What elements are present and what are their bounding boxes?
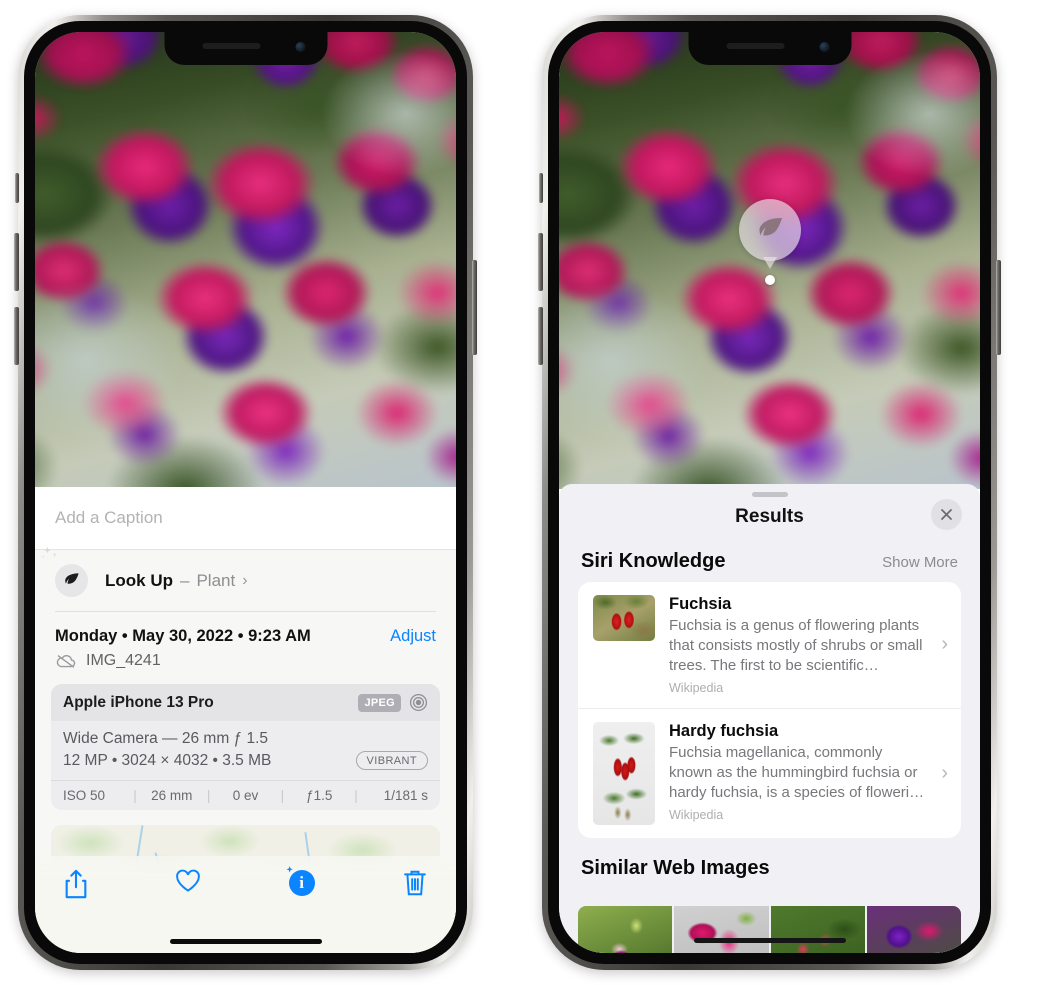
volume-down-button[interactable] — [538, 307, 543, 365]
home-indicator[interactable] — [693, 937, 846, 943]
visual-lookup-bubble[interactable] — [738, 199, 801, 285]
heart-icon[interactable] — [174, 868, 202, 898]
look-up-label: Look Up — [105, 570, 173, 590]
sparkle-icon — [41, 546, 57, 559]
volume-up-button[interactable] — [14, 233, 19, 291]
stat-aperture: ƒ1.5 — [306, 788, 333, 803]
silent-switch[interactable] — [539, 173, 543, 203]
knowledge-description: Fuchsia magellanica, commonly known as t… — [669, 743, 925, 801]
knowledge-description: Fuchsia is a genus of flowering plants t… — [669, 617, 923, 674]
chevron-right-icon: › — [941, 633, 948, 656]
date-row: Monday • May 30, 2022 • 9:23 AM Adjust — [35, 612, 456, 646]
caption-field[interactable]: Add a Caption — [35, 487, 456, 550]
section-title-similar-web-images: Similar Web Images — [581, 856, 770, 879]
exif-body: Wide Camera — 26 mm ƒ 1.5 12 MP • 3024 ×… — [51, 721, 440, 780]
share-icon[interactable] — [62, 868, 90, 899]
close-icon[interactable] — [931, 499, 962, 530]
knowledge-thumbnail — [593, 721, 655, 825]
earpiece-speaker — [726, 43, 784, 49]
trash-icon[interactable] — [401, 868, 429, 898]
lookup-anchor-dot — [764, 275, 775, 285]
stat-shutter: 1/181 s — [383, 788, 428, 803]
results-header: Results — [559, 497, 980, 537]
power-button[interactable] — [472, 260, 477, 355]
web-image-thumbnail[interactable] — [866, 906, 961, 953]
volume-up-button[interactable] — [538, 233, 543, 291]
photo-date: Monday • May 30, 2022 • 9:23 AM — [55, 627, 311, 645]
web-image-thumbnail[interactable] — [578, 906, 673, 953]
exif-stats-row: ISO 50 | 26 mm | 0 ev | ƒ1.5 | 1/181 s — [51, 780, 440, 810]
web-image-thumbnail[interactable] — [770, 906, 865, 953]
siri-knowledge-header: Siri Knowledge Show More — [559, 537, 980, 582]
file-row: IMG_4241 — [35, 646, 456, 670]
sparkle-icon — [286, 866, 298, 875]
home-indicator[interactable] — [169, 938, 322, 944]
power-button[interactable] — [996, 260, 1001, 355]
look-up-dash: – — [180, 570, 190, 590]
show-more-button[interactable]: Show More — [882, 554, 958, 571]
knowledge-source: Wikipedia — [669, 680, 724, 695]
photo-toolbar: i — [35, 856, 456, 953]
knowledge-title: Fuchsia — [669, 595, 732, 613]
aperture-icon — [409, 693, 428, 712]
exif-card[interactable]: Apple iPhone 13 Pro JPEG Wide Camera — 2… — [51, 684, 440, 810]
caption-placeholder: Add a Caption — [55, 508, 163, 527]
vibrant-badge: VIBRANT — [355, 751, 428, 770]
bubble-tail — [762, 257, 777, 269]
chevron-right-icon: › — [242, 571, 248, 589]
phone-bezel-left: Add a Caption Look Up – Plant › Monday •… — [24, 21, 467, 964]
look-up-row[interactable]: Look Up – Plant › — [35, 546, 456, 611]
adjust-button[interactable]: Adjust — [390, 627, 436, 646]
exif-header: Apple iPhone 13 Pro JPEG — [51, 684, 440, 721]
knowledge-title: Hardy fuchsia — [669, 721, 779, 740]
stat-iso: ISO 50 — [63, 788, 106, 803]
iphone-right: Results Siri Knowledge Show More Fuchsia… — [538, 15, 1001, 970]
results-title: Results — [735, 506, 804, 527]
section-title-siri-knowledge: Siri Knowledge — [581, 550, 726, 572]
look-up-text: Look Up – Plant › — [105, 571, 248, 591]
look-up-subject: Plant — [196, 570, 236, 590]
screen-right: Results Siri Knowledge Show More Fuchsia… — [559, 32, 980, 953]
web-image-thumbnail[interactable] — [674, 906, 769, 953]
image-size-info: 12 MP • 3024 × 4032 • 3.5 MB — [63, 751, 272, 769]
siri-knowledge-card: Fuchsia Fuchsia is a genus of flowering … — [578, 582, 961, 838]
camera-model: Apple iPhone 13 Pro — [63, 693, 214, 711]
phone-bezel-right: Results Siri Knowledge Show More Fuchsia… — [548, 21, 991, 964]
notch-right — [688, 32, 851, 65]
iphone-left: Add a Caption Look Up – Plant › Monday •… — [14, 15, 477, 970]
leaf-icon — [738, 199, 801, 261]
photo-viewer-left[interactable] — [35, 32, 456, 487]
results-sheet: Results Siri Knowledge Show More Fuchsia… — [559, 484, 980, 953]
similar-web-images-header: Similar Web Images — [559, 838, 980, 889]
knowledge-thumbnail — [593, 595, 655, 641]
screen-left: Add a Caption Look Up – Plant › Monday •… — [35, 32, 456, 953]
stat-ev: 0 ev — [232, 788, 259, 803]
front-camera — [819, 42, 829, 52]
silent-switch[interactable] — [15, 173, 19, 203]
stat-focal: 26 mm — [151, 788, 193, 803]
format-badge: JPEG — [358, 693, 401, 712]
knowledge-item[interactable]: Hardy fuchsia Fuchsia magellanica, commo… — [578, 707, 961, 838]
file-name: IMG_4241 — [86, 652, 161, 669]
lens-info: Wide Camera — 26 mm ƒ 1.5 — [63, 730, 269, 747]
info-icon[interactable]: i — [286, 866, 317, 898]
volume-down-button[interactable] — [14, 307, 19, 365]
notch-left — [164, 32, 327, 65]
earpiece-speaker — [202, 43, 260, 49]
leaf-icon — [55, 564, 88, 597]
chevron-right-icon: › — [941, 761, 948, 784]
front-camera — [295, 42, 305, 52]
similar-web-images-strip[interactable] — [578, 906, 961, 953]
knowledge-source: Wikipedia — [669, 807, 724, 822]
cloud-slash-icon — [56, 655, 76, 668]
knowledge-item[interactable]: Fuchsia Fuchsia is a genus of flowering … — [578, 582, 961, 708]
